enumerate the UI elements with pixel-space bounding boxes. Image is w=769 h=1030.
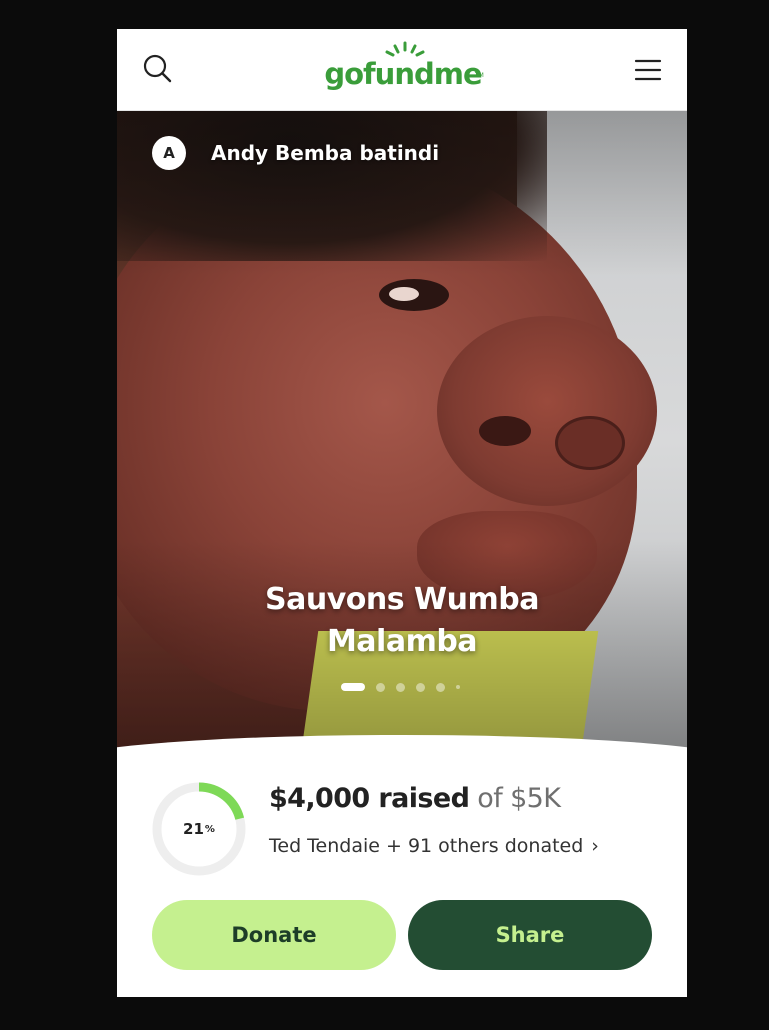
chevron-right-icon: › xyxy=(591,835,599,857)
gofundme-logo[interactable]: gofundme TM xyxy=(323,41,484,99)
campaign-title-line1: Sauvons Wumba xyxy=(265,582,539,617)
campaign-photo[interactable]: A Andy Bemba batindi Sauvons Wumba Malam… xyxy=(117,111,687,771)
search-icon[interactable] xyxy=(142,53,174,85)
donate-button[interactable]: Donate xyxy=(152,900,396,970)
organizer[interactable]: A Andy Bemba batindi xyxy=(152,136,439,170)
logo-text: gofundme xyxy=(324,57,482,91)
carousel-dot[interactable] xyxy=(341,683,365,691)
logo-trademark: TM xyxy=(475,72,484,79)
goal-amount: of $5K xyxy=(477,783,561,814)
avatar: A xyxy=(152,136,186,170)
carousel-dot[interactable] xyxy=(376,682,385,692)
donors-link[interactable]: Ted Tendaie + 91 others donated › xyxy=(269,835,599,857)
hamburger-menu-icon[interactable] xyxy=(633,55,663,85)
donors-text: Ted Tendaie + 91 others donated xyxy=(269,835,584,857)
fundraiser-summary: 21% $4,000 raised of $5K Ted Tendaie + 9… xyxy=(117,769,687,997)
progress-percent: 21% xyxy=(151,781,247,877)
carousel-dot[interactable] xyxy=(436,682,445,692)
campaign-title: Sauvons Wumba Malamba xyxy=(197,579,607,663)
raised-summary: $4,000 raised of $5K xyxy=(269,783,561,814)
progress-unit: % xyxy=(204,823,215,835)
phone-screen: gofundme TM A Andy Bemba batindi Sauvons… xyxy=(117,29,687,997)
progress-number: 21 xyxy=(183,820,204,838)
organizer-name: Andy Bemba batindi xyxy=(211,141,440,165)
raised-amount: $4,000 raised xyxy=(269,783,470,814)
top-header: gofundme TM xyxy=(117,29,687,111)
carousel-dots xyxy=(341,682,471,692)
carousel-dot[interactable] xyxy=(396,682,405,692)
campaign-title-line2: Malamba xyxy=(326,624,478,659)
photo-overlay xyxy=(117,111,687,771)
share-button[interactable]: Share xyxy=(408,900,652,970)
carousel-dot[interactable] xyxy=(456,685,460,689)
carousel-dot[interactable] xyxy=(416,682,425,692)
